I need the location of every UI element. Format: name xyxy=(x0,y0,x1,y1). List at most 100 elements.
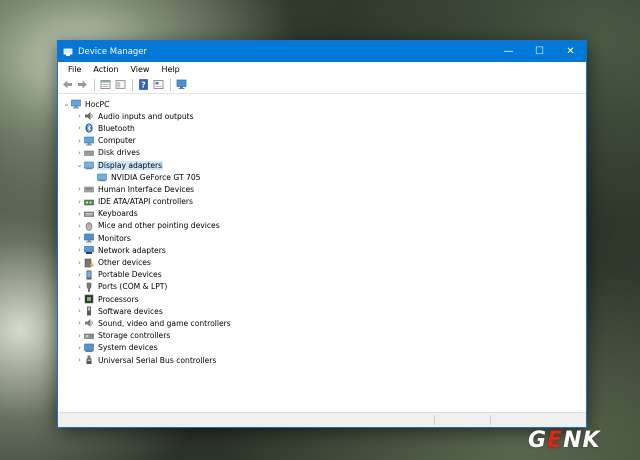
window-title: Device Manager xyxy=(78,46,148,57)
svg-text:?: ? xyxy=(141,80,146,89)
chevron-right-icon[interactable]: › xyxy=(75,282,84,291)
monitor-icon xyxy=(84,233,94,243)
tree-category[interactable]: › Computer xyxy=(58,135,586,147)
chevron-down-icon[interactable]: ⌄ xyxy=(62,100,71,109)
processor-icon xyxy=(84,294,94,304)
tree-category[interactable]: › Ports (COM & LPT) xyxy=(58,281,586,293)
computer-icon xyxy=(71,99,81,109)
tree-category-label: Display adapters xyxy=(97,160,164,170)
forward-arrow-icon[interactable] xyxy=(76,78,89,91)
monitor-scan-icon[interactable] xyxy=(175,78,188,91)
maximize-button[interactable]: ☐ xyxy=(524,41,555,62)
sound-controller-icon xyxy=(84,318,94,328)
tree-category-label: IDE ATA/ATAPI controllers xyxy=(98,197,193,207)
port-icon xyxy=(84,282,94,292)
network-adapter-icon xyxy=(84,245,94,255)
tree-category[interactable]: › Portable Devices xyxy=(58,269,586,281)
software-device-icon xyxy=(84,306,94,316)
tree-category-label: Network adapters xyxy=(98,245,166,255)
ide-controller-icon xyxy=(84,197,94,207)
tree-category-label: Disk drives xyxy=(98,148,140,158)
close-button[interactable]: ✕ xyxy=(555,41,586,62)
chevron-right-icon[interactable]: › xyxy=(75,234,84,243)
chevron-right-icon[interactable]: › xyxy=(75,295,84,304)
tree-category-label: Human Interface Devices xyxy=(98,184,195,194)
tree-category-label: Universal Serial Bus controllers xyxy=(98,355,217,365)
help-icon[interactable]: ? xyxy=(137,78,150,91)
chevron-right-icon[interactable]: › xyxy=(75,356,84,365)
menu-help[interactable]: Help xyxy=(155,65,185,74)
unknown-device-icon xyxy=(84,258,94,268)
menu-action[interactable]: Action xyxy=(87,65,124,74)
tree-category[interactable]: ⌄ Display adapters xyxy=(58,159,586,171)
driver-update-icon[interactable] xyxy=(152,78,165,91)
back-arrow-icon[interactable] xyxy=(61,78,74,91)
tree-category[interactable]: › Universal Serial Bus controllers xyxy=(58,354,586,366)
disk-drive-icon xyxy=(84,148,94,158)
tree-category-label: Portable Devices xyxy=(98,270,162,280)
tree-category-label: Other devices xyxy=(98,258,151,268)
storage-controller-icon xyxy=(84,331,94,341)
tree-root[interactable]: ⌄ HocPC xyxy=(58,98,586,110)
mouse-icon xyxy=(84,221,94,231)
toolbar: ? xyxy=(58,76,586,94)
device-tree: ⌄ HocPC › Audio inputs and outputs › Blueto… xyxy=(58,95,586,412)
hid-icon xyxy=(84,184,94,194)
chevron-down-icon[interactable]: ⌄ xyxy=(75,161,84,170)
tree-category[interactable]: › Processors xyxy=(58,293,586,305)
chevron-right-icon[interactable]: › xyxy=(75,246,84,255)
chevron-right-icon[interactable]: › xyxy=(75,258,84,267)
menu-view[interactable]: View xyxy=(124,65,155,74)
tree-category[interactable]: › Bluetooth xyxy=(58,122,586,134)
tree-category[interactable]: › Storage controllers xyxy=(58,330,586,342)
computer-icon xyxy=(84,136,94,146)
tree-category[interactable]: › IDE ATA/ATAPI controllers xyxy=(58,196,586,208)
tree-category-label: Storage controllers xyxy=(98,331,171,341)
chevron-right-icon[interactable]: › xyxy=(75,112,84,121)
speaker-icon xyxy=(84,111,94,121)
tree-category-label: Keyboards xyxy=(98,209,138,219)
tree-category[interactable]: › Audio inputs and outputs xyxy=(58,110,586,122)
menu-file[interactable]: File xyxy=(62,65,87,74)
chevron-right-icon[interactable]: › xyxy=(75,319,84,328)
chevron-right-icon[interactable]: › xyxy=(75,270,84,279)
tree-category[interactable]: › Human Interface Devices xyxy=(58,183,586,195)
tree-category[interactable]: › Keyboards xyxy=(58,208,586,220)
genk-watermark-logo: GENK xyxy=(528,428,601,453)
tree-category[interactable]: › Disk drives xyxy=(58,147,586,159)
keyboard-icon xyxy=(84,209,94,219)
display-adapter-icon xyxy=(97,172,107,182)
tree-category[interactable]: › Monitors xyxy=(58,232,586,244)
tree-category[interactable]: › System devices xyxy=(58,342,586,354)
tree-category[interactable]: › Sound, video and game controllers xyxy=(58,317,586,329)
tree-category-label: Processors xyxy=(98,294,139,304)
tree-category[interactable]: › Network adapters xyxy=(58,244,586,256)
chevron-right-icon[interactable]: › xyxy=(75,343,84,352)
status-bar xyxy=(58,412,586,427)
chevron-right-icon[interactable]: › xyxy=(75,185,84,194)
tree-category[interactable]: › Mice and other pointing devices xyxy=(58,220,586,232)
chevron-right-icon[interactable]: › xyxy=(75,221,84,230)
tree-category-label: Mice and other pointing devices xyxy=(98,221,220,231)
chevron-right-icon[interactable]: › xyxy=(75,124,84,133)
tree-category-label: System devices xyxy=(98,343,158,353)
chevron-right-icon[interactable]: › xyxy=(75,209,84,218)
chevron-right-icon[interactable]: › xyxy=(75,148,84,157)
tree-category-label: Sound, video and game controllers xyxy=(98,318,231,328)
properties-icon[interactable] xyxy=(99,78,112,91)
tree-category[interactable]: › Other devices xyxy=(58,256,586,268)
tree-category-label: Audio inputs and outputs xyxy=(98,111,194,121)
chevron-right-icon[interactable]: › xyxy=(75,331,84,340)
chevron-right-icon[interactable]: › xyxy=(75,307,84,316)
show-hide-tree-icon[interactable] xyxy=(114,78,127,91)
tree-device[interactable]: NVIDIA GeForce GT 705 xyxy=(58,171,586,183)
tree-category-label: Monitors xyxy=(98,233,131,243)
minimize-button[interactable]: — xyxy=(493,41,524,62)
tree-category[interactable]: › Software devices xyxy=(58,305,586,317)
title-bar[interactable]: Device Manager — ☐ ✕ xyxy=(58,41,586,62)
chevron-right-icon[interactable]: › xyxy=(75,197,84,206)
bluetooth-icon xyxy=(84,123,94,134)
chevron-right-icon[interactable]: › xyxy=(75,136,84,145)
device-manager-window: Device Manager — ☐ ✕ File Action View He… xyxy=(57,40,587,428)
tree-category-label: Bluetooth xyxy=(98,123,135,133)
